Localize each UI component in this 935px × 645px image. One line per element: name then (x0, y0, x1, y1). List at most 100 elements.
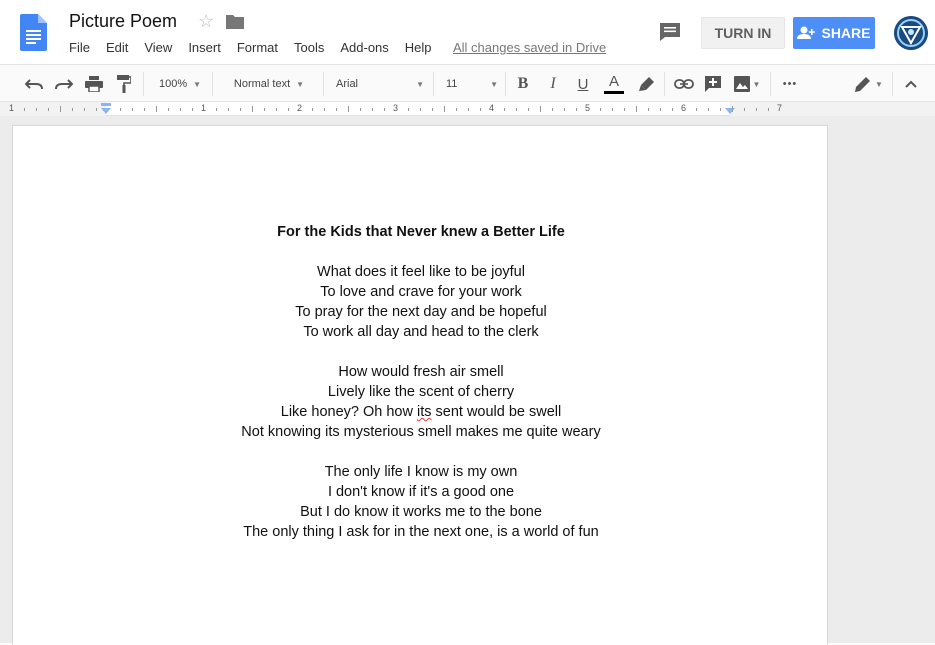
poem-line-text: sent would be swell (431, 404, 562, 420)
undo-button[interactable] (22, 65, 46, 103)
document-body[interactable]: For the Kids that Never knew a Better Li… (13, 222, 829, 562)
poem-line: Not knowing its mysterious smell makes m… (241, 424, 601, 440)
font-size-select[interactable]: 11 ▼ (446, 65, 498, 103)
document-title[interactable]: Picture Poem (69, 11, 177, 32)
comment-icon[interactable] (659, 22, 681, 42)
menu-help[interactable]: Help (405, 40, 432, 55)
paint-format-button[interactable] (112, 65, 136, 103)
ruler-tick (372, 108, 373, 111)
chevron-down-icon: ▼ (296, 79, 305, 89)
link-icon (674, 79, 694, 89)
folder-icon[interactable] (226, 14, 244, 30)
stanza-2: How would fresh air smell Lively like th… (13, 362, 829, 442)
ruler-number: 5 (585, 103, 591, 113)
ruler-tick (216, 108, 217, 111)
ruler-tick (720, 108, 721, 111)
print-icon (85, 76, 103, 92)
ruler-tick (120, 108, 121, 111)
ruler-tick (156, 106, 157, 112)
avatar-icon[interactable] (894, 16, 928, 50)
ruler-tick (444, 106, 445, 112)
star-icon[interactable]: ☆ (198, 11, 214, 32)
zoom-select[interactable]: 100% ▼ (152, 65, 208, 103)
editing-mode-button[interactable]: ▼ (850, 65, 888, 103)
ruler-tick (516, 108, 517, 111)
share-button[interactable]: SHARE (793, 17, 875, 49)
stanza-3: The only life I know is my own I don't k… (13, 462, 829, 542)
document-canvas: For the Kids that Never knew a Better Li… (0, 116, 935, 645)
ruler-number: 1 (201, 103, 207, 113)
poem-line: To love and crave for your work (320, 284, 522, 300)
turn-in-button[interactable]: TURN IN (701, 17, 785, 49)
text-color-swatch (604, 90, 624, 94)
ruler-tick (456, 108, 457, 111)
formatting-toolbar: 100% ▼ Normal text ▼ Arial ▼ 11 ▼ B I U A ▼ … (0, 64, 935, 102)
ruler-tick (600, 108, 601, 111)
menu-file[interactable]: File (69, 40, 90, 55)
ruler[interactable]: 1 1 2 3 4 5 6 7 (0, 102, 935, 116)
redo-button[interactable] (52, 65, 76, 103)
poem-line: I don't know if it's a good one (327, 484, 515, 500)
insert-image-button[interactable]: ▼ (730, 65, 764, 103)
ruler-tick (276, 108, 277, 111)
toolbar-divider (892, 72, 893, 96)
ruler-tick (696, 108, 697, 111)
underline-icon[interactable]: U (572, 65, 594, 103)
ruler-tick (288, 108, 289, 111)
paint-format-icon (117, 75, 131, 93)
collapse-button[interactable] (900, 65, 922, 103)
chevron-down-icon: ▼ (752, 79, 761, 89)
poem-line: What does it feel like to be joyful (317, 264, 525, 280)
menu-insert[interactable]: Insert (188, 40, 221, 55)
right-indent-marker[interactable] (724, 102, 736, 116)
menu-addons[interactable]: Add-ons (340, 40, 388, 55)
chevron-down-icon: ▼ (490, 79, 498, 89)
ruler-tick (240, 108, 241, 111)
menu-view[interactable]: View (144, 40, 172, 55)
ruler-tick (132, 108, 133, 111)
spelling-error[interactable]: its (417, 404, 432, 420)
document-page[interactable]: For the Kids that Never knew a Better Li… (12, 125, 828, 645)
menu-edit[interactable]: Edit (106, 40, 128, 55)
insert-link-button[interactable] (672, 65, 696, 103)
left-indent-marker[interactable] (100, 102, 112, 116)
ruler-number: 4 (489, 103, 495, 113)
print-button[interactable] (82, 65, 106, 103)
chevron-down-icon: ▼ (875, 79, 883, 89)
ruler-number: 1 (9, 103, 15, 113)
ruler-number: 3 (393, 103, 399, 113)
toolbar-divider (433, 72, 434, 96)
insert-comment-button[interactable] (702, 65, 724, 103)
ruler-tick (336, 108, 337, 111)
bold-icon[interactable]: B (512, 65, 534, 103)
ruler-tick (60, 106, 61, 112)
ruler-tick (744, 108, 745, 111)
menu-format[interactable]: Format (237, 40, 278, 55)
ruler-tick (708, 108, 709, 111)
ruler-margin-right (730, 102, 935, 116)
highlight-button[interactable] (636, 65, 658, 103)
insert-comment-icon (705, 76, 721, 92)
ruler-tick (84, 108, 85, 111)
ruler-tick (732, 106, 733, 112)
menu-bar: File Edit View Insert Format Tools Add-o… (69, 40, 448, 55)
ruler-tick (480, 108, 481, 111)
more-button[interactable]: ••• (778, 65, 802, 103)
style-select[interactable]: Normal text ▼ (224, 65, 314, 103)
ruler-tick (264, 108, 265, 111)
toolbar-divider (664, 72, 665, 96)
add-person-icon (797, 26, 816, 39)
image-icon (733, 76, 750, 92)
menu-tools[interactable]: Tools (294, 40, 324, 55)
text-color-button[interactable]: A (602, 65, 626, 103)
docs-logo-icon[interactable] (20, 14, 47, 51)
style-value: Normal text (233, 78, 291, 90)
font-size-value: 11 (446, 78, 458, 90)
poem-line: But I do know it works me to the bone (300, 504, 542, 520)
font-select[interactable]: Arial ▼ (336, 65, 424, 103)
italic-icon[interactable]: I (542, 65, 564, 103)
save-status[interactable]: All changes saved in Drive (453, 40, 606, 55)
ruler-tick (528, 108, 529, 111)
ruler-tick (576, 108, 577, 111)
poem-line: The only thing I ask for in the next one… (243, 524, 599, 540)
